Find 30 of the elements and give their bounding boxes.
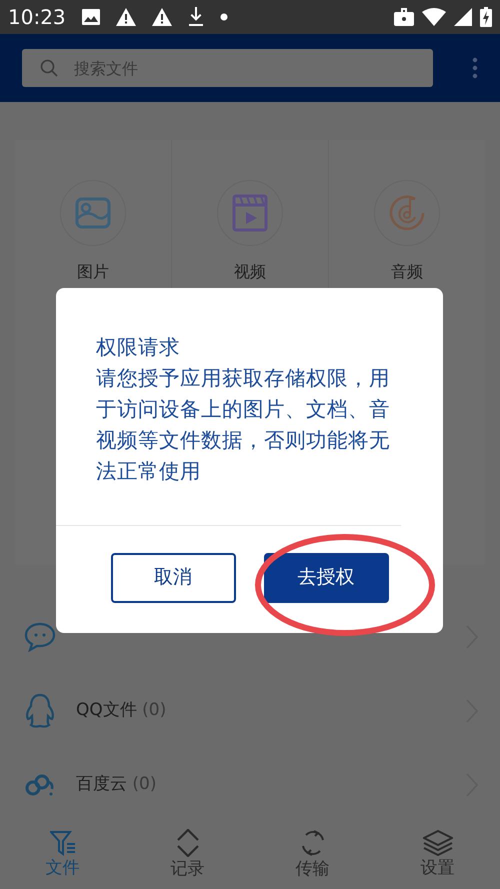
wifi-icon [422,8,446,26]
signal-icon [454,8,472,26]
briefcase-icon [394,8,414,26]
filter-list-icon [50,830,76,856]
nav-tab[interactable]: 设置 [375,822,500,889]
dot-icon [220,13,228,21]
dialog-message: 请您授予应用获取存储权限，用于访问设备上的图片、文档、音视频等文件数据，否则功能将无法正常使用 [96,365,391,485]
layers-icon [422,830,452,856]
category-item[interactable]: 音频 [329,140,485,300]
nav-tab[interactable]: 记录 [125,822,250,889]
music-disc-icon [387,193,427,233]
battery-icon [480,7,492,27]
video-icon [232,194,268,232]
status-time: 10:23 [8,4,66,31]
image-icon [82,9,100,25]
warning-icon [116,8,136,26]
photo-icon [75,197,111,229]
up-down-chevron-icon [176,828,200,857]
dialog-title: 权限请求 [96,334,181,361]
cancel-button[interactable]: 取消 [110,552,236,602]
warning-icon [152,8,172,26]
links-icon [24,773,56,797]
download-icon [188,7,204,27]
sync-icon [300,828,326,857]
nav-tab[interactable]: 传输 [250,822,375,889]
authorize-button[interactable]: 去授权 [264,552,388,602]
chat-bubble-icon [24,622,56,652]
nav-tab[interactable]: 文件 [0,822,125,889]
penguin-icon [23,693,57,729]
menu-icon[interactable] [472,57,478,79]
